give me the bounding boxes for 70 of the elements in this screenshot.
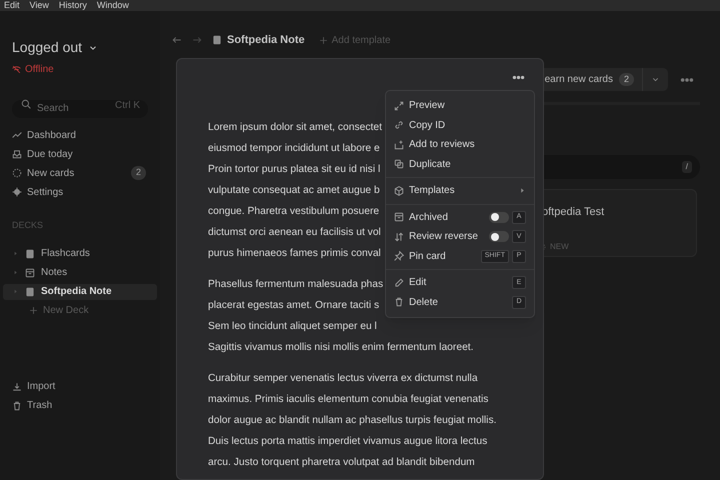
count-badge: 2 [130, 166, 146, 180]
card-title: oftpedia Test [542, 205, 606, 220]
nav-item[interactable]: New cards 2 [12, 165, 148, 181]
status-text: Offline [25, 63, 54, 77]
plus-icon [318, 36, 328, 44]
deck-item[interactable]: Softpedia Note [3, 284, 157, 300]
archive-icon [25, 268, 35, 278]
trend-icon [12, 130, 22, 140]
cube-icon [394, 186, 404, 196]
toggle-switch[interactable] [489, 231, 509, 242]
text-line: congue. Pharetra vestibulum posuere [208, 205, 380, 219]
text-line: dolor augue ac blandit nullam ac phasellus turpis feugiat mollis. [208, 414, 496, 428]
sort-arrows-icon [394, 232, 404, 242]
text-line: eiusmod tempor incididunt ut labore e [208, 142, 380, 156]
page-title: Softpedia Note [227, 32, 305, 48]
nav-item[interactable]: Due today [12, 146, 148, 162]
caret-right-icon [12, 269, 19, 276]
text-line: vulputate consequat ac amet augue b [208, 184, 380, 198]
nav-item[interactable]: Import [12, 378, 148, 394]
text-line: Duis lectus porta mattis imperdiet vivamus augue litora lectus [208, 435, 488, 449]
plus-icon [29, 306, 38, 315]
trash-icon [12, 400, 22, 410]
trash-icon [394, 297, 404, 308]
text-line: Curabitur semper venenatis lectus viverra ex dictumst nulla [208, 372, 478, 386]
download-icon [12, 382, 22, 392]
menu-item[interactable]: Window [96, 0, 129, 11]
shortcut-label: Ctrl K [115, 99, 140, 113]
text-line: Proin tortor purus platea sit eu id nisi l [208, 163, 380, 177]
book-icon [25, 248, 35, 258]
menu-item[interactable]: History [58, 0, 87, 11]
text-line: Phasellus fermentum malesuada phas [208, 278, 384, 292]
back-arrow-icon [172, 35, 182, 45]
pencil-icon [394, 278, 404, 288]
link-icon [394, 120, 404, 130]
forward-arrow-icon [192, 35, 202, 45]
toggle-switch[interactable] [489, 212, 509, 223]
deck-item[interactable]: Notes [3, 264, 157, 280]
text-line: placerat egestas amet. Ornare taciti s [208, 299, 380, 313]
key-hint: / [682, 161, 692, 173]
book-icon [25, 286, 35, 296]
text-line: Lorem ipsum dolor sit amet, consectet [208, 121, 382, 135]
settings-icon [12, 187, 22, 197]
caret-right-icon [12, 250, 19, 257]
menu-item[interactable]: Edit [4, 0, 20, 11]
count-badge: 2 [618, 72, 634, 86]
duplicate-icon [394, 159, 404, 170]
pin-icon [394, 251, 404, 262]
text-line: dictumst orci aenean eu facilisis ut vol [208, 226, 381, 240]
text-line: Sem leo tincidunt aliquet semper eu l [208, 320, 377, 334]
nav-item[interactable]: Trash [12, 398, 148, 414]
deck-item[interactable]: Flashcards [3, 246, 157, 262]
menu-item[interactable]: Copy ID [386, 116, 534, 135]
nav-item[interactable]: Dashboard [12, 127, 148, 143]
expand-icon [394, 100, 404, 111]
caret-right-icon [12, 288, 19, 295]
tray-icon [12, 149, 22, 159]
book-icon [212, 35, 222, 45]
account-menu[interactable]: Logged out [12, 37, 98, 58]
inbox-plus-icon [394, 140, 404, 150]
text-line: arcu. Justo torquent pharetra volutpat ad blandit bibendum [208, 456, 475, 470]
menu-item[interactable]: Preview [386, 96, 534, 116]
text-line: purus himenaeos fames primis conval [208, 247, 381, 261]
text-line: Sagittis vivamus mollis nisi mollis enim fermentum laoreet. [208, 341, 474, 355]
menu-item[interactable]: Add to reviews [386, 135, 534, 154]
nav-item[interactable]: Settings [12, 184, 148, 200]
menu-item[interactable]: View [30, 0, 49, 11]
archive-icon [394, 212, 404, 222]
search-icon [21, 99, 31, 109]
wifi-off-icon [12, 65, 21, 74]
text-line: maximus. Primis iaculis elementum conubia feugiat venenatis [208, 393, 488, 407]
